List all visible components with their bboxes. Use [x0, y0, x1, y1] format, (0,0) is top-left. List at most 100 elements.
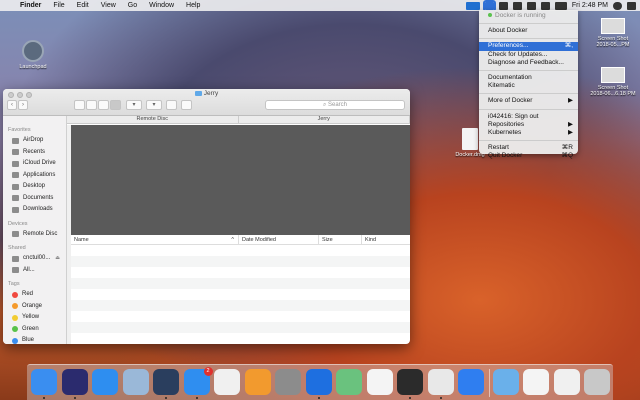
column-kind[interactable]: Kind — [362, 235, 410, 244]
sidebar-item-remote-disc[interactable]: Remote Disc — [3, 229, 66, 241]
tag-label: Yellow — [22, 314, 40, 320]
desktop-screenshot-1[interactable]: Screen Shot 2018-05...PM — [588, 18, 638, 48]
file-list — [71, 245, 410, 344]
desktop-launchpad[interactable]: Launchpad — [16, 40, 50, 70]
wifi-icon[interactable] — [540, 1, 550, 10]
maps-icon[interactable] — [336, 369, 362, 395]
search-input[interactable]: ⌕ Search — [265, 100, 405, 110]
sidebar-tag-red[interactable]: Red — [3, 289, 66, 301]
menu-window[interactable]: Window — [143, 2, 180, 9]
menu-about-docker[interactable]: About Docker — [479, 27, 578, 35]
menu-finder[interactable]: Finder — [14, 2, 47, 9]
action-gear-button[interactable]: ▾ — [146, 100, 162, 110]
itunes-icon[interactable] — [214, 369, 240, 395]
screen-sharing-icon[interactable] — [153, 369, 179, 395]
sidebar-item-shared-computer[interactable]: cnctul00... ⏏ — [3, 253, 66, 265]
running-indicator — [439, 397, 442, 399]
menu-view[interactable]: View — [95, 2, 122, 9]
sidebar-item-desktop[interactable]: Desktop — [3, 181, 66, 193]
sap-icon[interactable] — [465, 1, 480, 10]
sidebar-item-downloads[interactable]: Downloads — [3, 204, 66, 216]
docker-dmg-icon[interactable] — [553, 369, 580, 395]
sidebar-item-shared-all[interactable]: All... — [3, 265, 66, 277]
launchpad-label: Launchpad — [19, 64, 47, 70]
column-name[interactable]: Name ^ — [71, 235, 239, 244]
ibooks-icon[interactable] — [244, 369, 271, 395]
search-icon[interactable] — [613, 1, 622, 10]
applications-folder-icon[interactable] — [492, 369, 519, 395]
screenshot-thumbnail-icon — [601, 67, 625, 83]
battery-icon[interactable] — [554, 1, 567, 10]
path-tab-remote-disc[interactable]: Remote Disc — [67, 116, 239, 123]
desktop-screenshot-2[interactable]: Screen Shot 2018-06...6.18 PM — [588, 67, 638, 97]
pencil-app-icon[interactable] — [458, 369, 484, 395]
menu-quit-docker[interactable]: Quit Docker ⌘Q — [479, 152, 578, 160]
tag-dot-icon — [12, 314, 18, 321]
system-preferences-icon[interactable] — [275, 369, 301, 395]
menu-item-label: Check for Updates... — [488, 50, 548, 58]
sidebar-item-documents[interactable]: Documents — [3, 193, 66, 205]
eject-icon[interactable]: ⏏ — [55, 253, 60, 265]
sidebar-item-icloud-drive[interactable]: iCloud Drive — [3, 158, 66, 170]
column-date-modified[interactable]: Date Modified — [239, 235, 319, 244]
lock-icon[interactable] — [526, 1, 536, 10]
docker-whale-icon[interactable] — [482, 0, 496, 12]
app-store-icon[interactable]: 2 — [183, 367, 213, 395]
sidebar-header-favorites: Favorites — [8, 127, 31, 133]
sync-icon[interactable] — [512, 1, 522, 10]
menu-more-of-docker[interactable]: More of Docker ▶ — [479, 97, 578, 105]
sidebar-item-label: All... — [23, 266, 35, 273]
menu-kubernetes[interactable]: Kubernetes ▶ — [479, 129, 578, 137]
sidebar-item-applications[interactable]: Applications — [3, 170, 66, 182]
folder-icon — [194, 90, 202, 96]
group-button[interactable]: ▾ — [126, 100, 142, 110]
menu-sign-out[interactable]: i042416: Sign out — [479, 113, 578, 121]
safari-icon[interactable] — [92, 369, 118, 395]
menu-help[interactable]: Help — [180, 2, 206, 9]
menu-repositories[interactable]: Repositories ▶ — [479, 121, 578, 129]
menu-edit[interactable]: Edit — [71, 2, 95, 9]
photos-icon[interactable] — [366, 369, 393, 395]
sidebar-tag-yellow[interactable]: Yellow — [3, 312, 66, 324]
teamviewer-icon[interactable] — [305, 369, 332, 395]
sort-chevron-icon: ^ — [231, 237, 234, 243]
tag-button[interactable] — [181, 100, 192, 110]
sidebar-tag-blue[interactable]: Blue — [3, 335, 66, 344]
menu-preferences[interactable]: Preferences... ⌘, — [479, 42, 578, 51]
gallery-preview — [71, 125, 410, 235]
finder-icon[interactable] — [31, 369, 57, 395]
document-icon[interactable] — [523, 369, 549, 395]
list-icon[interactable] — [627, 1, 636, 10]
preview-icon[interactable] — [122, 369, 149, 395]
list-row — [71, 322, 410, 333]
menu-kitematic[interactable]: Kitematic — [479, 82, 578, 90]
clock[interactable]: Fri 2:48 PM — [572, 2, 608, 9]
back-button[interactable]: ‹ — [7, 100, 17, 110]
menu-check-updates[interactable]: Check for Updates... — [479, 51, 578, 59]
menu-documentation[interactable]: Documentation — [479, 74, 578, 82]
column-size[interactable]: Size — [319, 235, 362, 244]
terminal-icon[interactable] — [397, 369, 423, 395]
trash-icon[interactable] — [584, 369, 610, 395]
sidebar-tag-orange[interactable]: Orange — [3, 301, 66, 313]
siri-icon[interactable] — [61, 369, 88, 395]
share-button[interactable] — [166, 100, 177, 110]
forward-button[interactable]: › — [18, 100, 28, 110]
sidebar-item-recents[interactable]: Recents — [3, 147, 66, 159]
view-column-button[interactable] — [98, 100, 109, 110]
view-list-button[interactable] — [86, 100, 97, 110]
chrome-icon[interactable] — [427, 369, 454, 395]
airdrop-icon — [12, 137, 19, 144]
menu-go[interactable]: Go — [122, 2, 143, 9]
running-indicator — [195, 397, 198, 399]
dock-separator — [488, 369, 490, 397]
path-tab-jerry[interactable]: Jerry — [239, 116, 410, 123]
menu-item-label: Kitematic — [488, 82, 515, 90]
sidebar-tag-green[interactable]: Green — [3, 324, 66, 336]
sidebar-item-airdrop[interactable]: AirDrop — [3, 135, 66, 147]
menu-diagnose-feedback[interactable]: Diagnose and Feedback... — [479, 59, 578, 67]
eye-icon[interactable] — [498, 1, 508, 10]
menu-file[interactable]: File — [47, 2, 70, 9]
view-icon-button[interactable] — [74, 100, 85, 110]
view-gallery-button[interactable] — [110, 100, 121, 110]
